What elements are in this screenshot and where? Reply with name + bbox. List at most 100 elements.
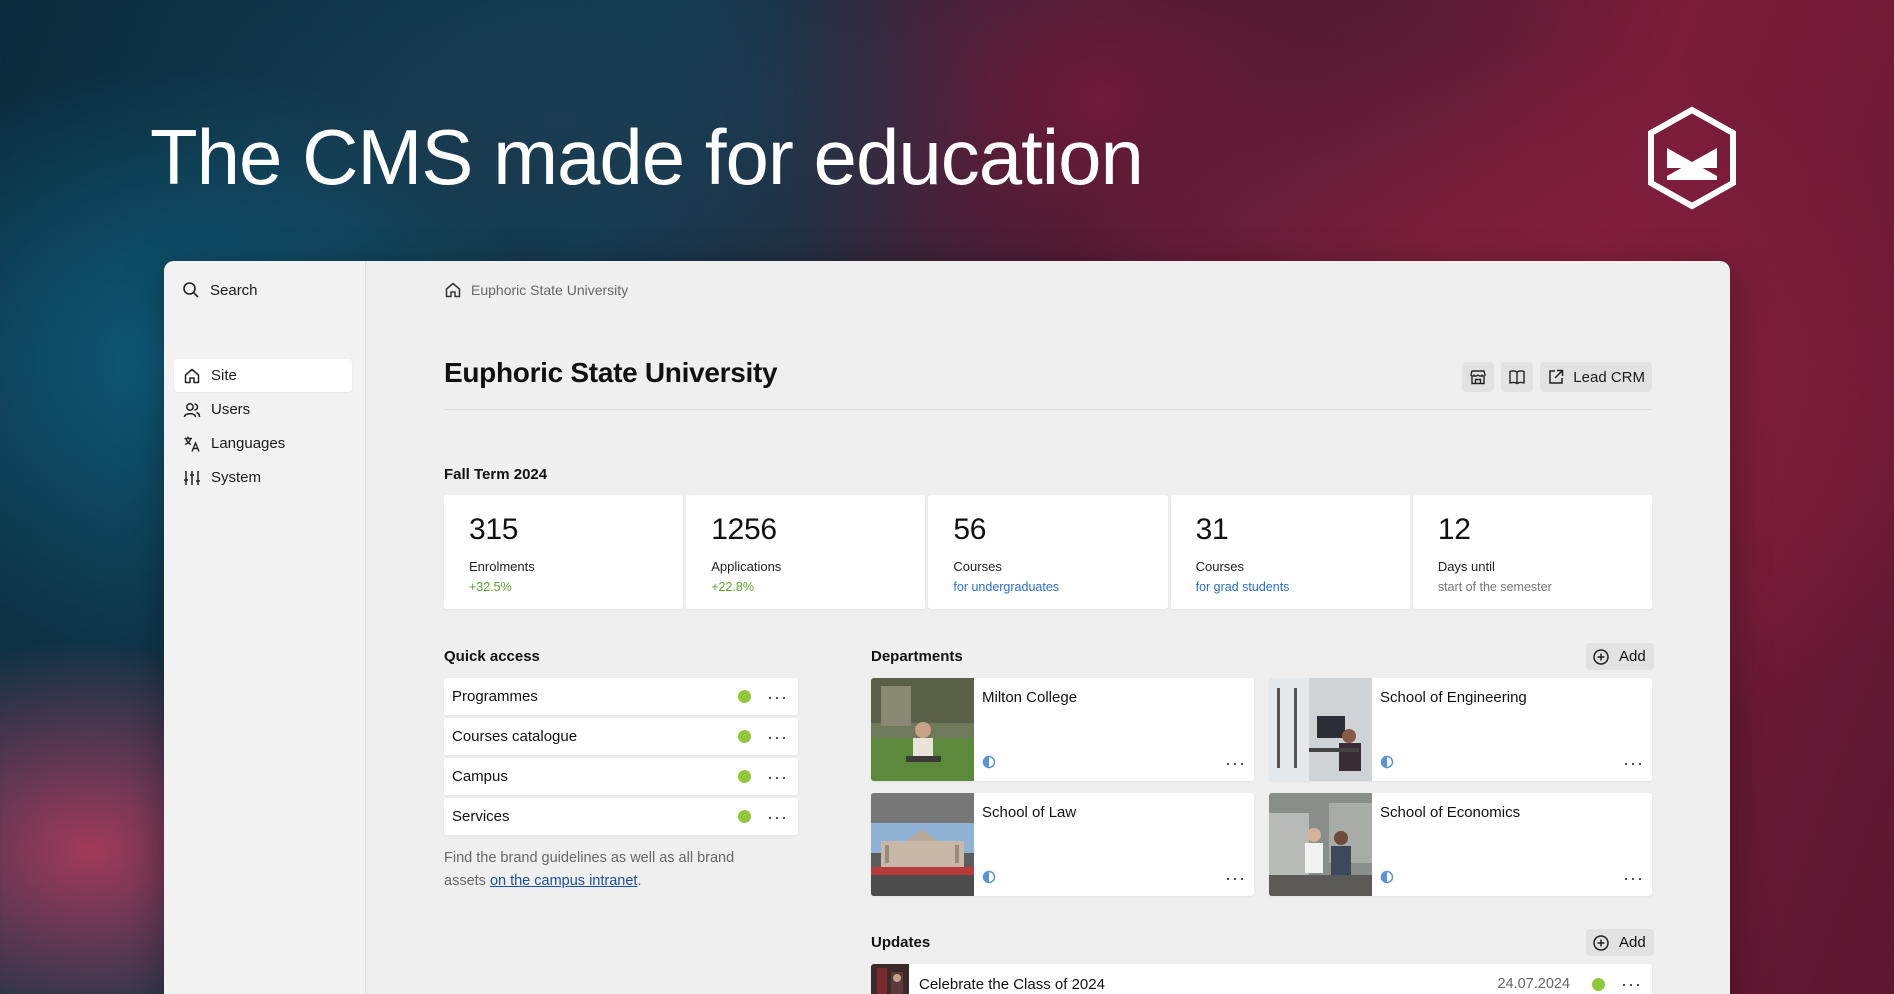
more-options-icon[interactable]: ··· bbox=[767, 768, 788, 786]
breadcrumb-item[interactable]: Euphoric State University bbox=[471, 282, 628, 298]
status-dot bbox=[738, 770, 752, 783]
divider bbox=[444, 409, 1652, 410]
more-options-icon[interactable]: ··· bbox=[1623, 754, 1644, 772]
book-open-icon bbox=[1509, 370, 1525, 385]
update-date: 24.07.2024 bbox=[1497, 976, 1571, 992]
list-item-label: Programmes bbox=[452, 688, 538, 705]
stat-value: 56 bbox=[953, 513, 987, 546]
breadcrumb: Euphoric State University bbox=[444, 281, 628, 299]
status-dot bbox=[1592, 977, 1606, 991]
department-card[interactable]: Milton College ··· bbox=[871, 678, 1254, 781]
search-label: Search bbox=[210, 281, 258, 299]
hero-title: The CMS made for education bbox=[150, 113, 1144, 201]
external-link-icon bbox=[1549, 369, 1564, 384]
half-circle-status-icon bbox=[1380, 870, 1394, 884]
sidebar-item-label: System bbox=[211, 469, 262, 486]
departments-label: Departments bbox=[871, 648, 963, 665]
preview-button[interactable] bbox=[1462, 362, 1495, 392]
stat-sub: start of the semester bbox=[1437, 580, 1552, 594]
quick-access-note: Find the brand guidelines as well as all… bbox=[444, 847, 774, 893]
users-icon bbox=[183, 402, 201, 417]
more-options-icon[interactable]: ··· bbox=[767, 688, 788, 706]
department-image bbox=[1269, 678, 1372, 781]
department-name: School of Engineering bbox=[1380, 689, 1527, 706]
stat-card[interactable]: 1256 Applications +22.8% bbox=[686, 495, 926, 609]
department-name: School of Law bbox=[982, 804, 1077, 821]
lead-crm-label: Lead CRM bbox=[1573, 368, 1645, 386]
more-options-icon[interactable]: ··· bbox=[1225, 869, 1246, 887]
list-item[interactable]: Programmes ··· bbox=[444, 678, 798, 715]
add-department-button[interactable]: Add bbox=[1586, 643, 1654, 670]
sidebar-item-label: Languages bbox=[211, 435, 286, 452]
update-image bbox=[871, 964, 909, 994]
more-options-icon[interactable]: ··· bbox=[1621, 975, 1642, 993]
storefront-icon bbox=[1470, 370, 1486, 385]
search-icon bbox=[183, 282, 199, 298]
stat-sub: +32.5% bbox=[469, 580, 512, 594]
stat-label: Days until bbox=[1437, 559, 1495, 574]
stat-card[interactable]: 12 Days until start of the semester bbox=[1412, 495, 1653, 609]
add-update-button[interactable]: Add bbox=[1586, 929, 1654, 956]
brand-logo-icon bbox=[1648, 106, 1736, 210]
sidebar-search[interactable]: Search bbox=[182, 281, 258, 299]
update-item[interactable]: Celebrate the Class of 2024 24.07.2024 ·… bbox=[871, 964, 1652, 994]
list-item-label: Campus bbox=[452, 768, 508, 785]
sliders-icon bbox=[184, 470, 200, 485]
stat-card[interactable]: 31 Courses for grad students bbox=[1170, 495, 1410, 609]
translate-icon bbox=[184, 436, 200, 452]
more-options-icon[interactable]: ··· bbox=[767, 728, 788, 746]
more-options-icon[interactable]: ··· bbox=[767, 808, 788, 826]
add-label: Add bbox=[1619, 934, 1646, 951]
half-circle-status-icon bbox=[1380, 755, 1394, 769]
department-card[interactable]: School of Economics ··· bbox=[1269, 793, 1652, 896]
term-label: Fall Term 2024 bbox=[444, 466, 548, 483]
sidebar-item-label: Users bbox=[211, 401, 251, 418]
sidebar: Search Site Users Languages System bbox=[164, 261, 366, 994]
stat-label: Courses bbox=[953, 559, 1002, 574]
department-name: Milton College bbox=[982, 689, 1078, 706]
half-circle-status-icon bbox=[982, 755, 996, 769]
updates-label: Updates bbox=[871, 934, 931, 951]
list-item-label: Services bbox=[452, 808, 510, 825]
list-item-label: Courses catalogue bbox=[452, 728, 578, 745]
list-item[interactable]: Campus ··· bbox=[444, 758, 798, 795]
stat-value: 1256 bbox=[711, 513, 777, 546]
more-options-icon[interactable]: ··· bbox=[1623, 869, 1644, 887]
stat-label: Enrolments bbox=[469, 559, 535, 574]
stat-label: Courses bbox=[1195, 559, 1245, 574]
add-label: Add bbox=[1619, 648, 1646, 665]
lead-crm-button[interactable]: Lead CRM bbox=[1540, 362, 1652, 392]
update-title: Celebrate the Class of 2024 bbox=[919, 975, 1105, 993]
more-options-icon[interactable]: ··· bbox=[1225, 754, 1246, 772]
home-icon bbox=[184, 368, 200, 383]
sidebar-item-site[interactable]: Site bbox=[174, 359, 352, 392]
plus-circle-icon bbox=[1593, 934, 1609, 951]
stats-row: 315 Enrolments +32.5% 1256 Applications … bbox=[444, 495, 1653, 609]
home-icon[interactable] bbox=[444, 281, 462, 299]
stat-card[interactable]: 315 Enrolments +32.5% bbox=[444, 495, 684, 609]
sidebar-item-system[interactable]: System bbox=[174, 461, 352, 494]
department-card[interactable]: School of Engineering ··· bbox=[1269, 678, 1652, 781]
status-dot bbox=[738, 730, 752, 743]
stat-sub: for undergraduates bbox=[953, 580, 1060, 594]
docs-button[interactable] bbox=[1501, 362, 1534, 392]
half-circle-status-icon bbox=[982, 870, 996, 884]
list-item[interactable]: Services ··· bbox=[444, 798, 798, 835]
cms-window: Search Site Users Languages System Eupho… bbox=[164, 261, 1730, 994]
intranet-link[interactable]: on the campus intranet bbox=[490, 873, 638, 889]
department-image bbox=[1269, 793, 1372, 896]
sidebar-item-label: Site bbox=[211, 367, 237, 384]
quick-access-label: Quick access bbox=[444, 648, 540, 665]
sidebar-item-languages[interactable]: Languages bbox=[174, 427, 352, 460]
sidebar-item-users[interactable]: Users bbox=[174, 393, 352, 426]
stat-sub: for grad students bbox=[1195, 580, 1290, 594]
stat-sub: +22.8% bbox=[711, 580, 754, 594]
list-item[interactable]: Courses catalogue ··· bbox=[444, 718, 798, 755]
note-suffix: . bbox=[637, 873, 642, 889]
status-dot bbox=[738, 810, 752, 823]
page-title: Euphoric State University bbox=[444, 357, 778, 388]
stat-card[interactable]: 56 Courses for undergraduates bbox=[928, 495, 1168, 609]
department-card[interactable]: School of Law ··· bbox=[871, 793, 1254, 896]
main-content: Euphoric State University Euphoric State… bbox=[444, 261, 1654, 994]
department-image bbox=[871, 793, 974, 896]
